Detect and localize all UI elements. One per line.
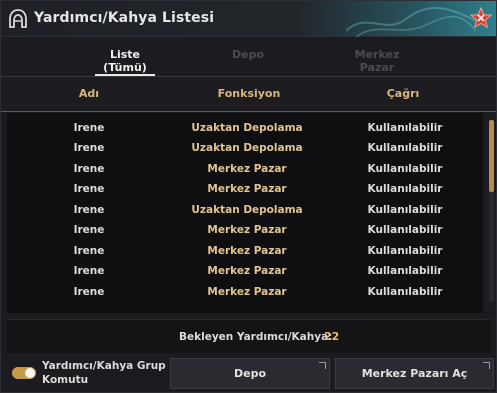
table-row[interactable]: Irene Merkez Pazar Kullanılabilir xyxy=(7,261,483,281)
helper-table: Irene Uzaktan Depolama Kullanılabilir Ir… xyxy=(7,113,483,313)
cell-function: Uzaktan Depolama xyxy=(191,204,303,216)
market-button-label: Merkez Pazarı Aç xyxy=(361,367,468,380)
tab-bar: Liste (Tümü) Depo Merkez Pazar xyxy=(1,37,496,77)
wave-decoration xyxy=(346,6,476,37)
cell-function: Merkez Pazar xyxy=(207,245,287,257)
cell-name: Irene xyxy=(73,204,105,216)
table-row[interactable]: Irene Merkez Pazar Kullanılabilir xyxy=(7,159,483,179)
expand-corner-icon xyxy=(483,362,490,369)
waiting-helpers-bar: Bekleyen Yardımcı/Kahya: 22 xyxy=(7,319,491,353)
cell-call: Kullanılabilir xyxy=(367,265,443,277)
cell-name: Irene xyxy=(73,265,105,277)
helmet-icon xyxy=(9,9,27,28)
waiting-label: Bekleyen Yardımcı/Kahya: xyxy=(179,331,333,343)
depo-button-label: Depo xyxy=(233,367,267,380)
window-title: Yardımcı/Kahya Listesi xyxy=(34,10,215,26)
cell-function: Merkez Pazar xyxy=(207,163,287,175)
cell-call: Kullanılabilir xyxy=(367,163,443,175)
table-row[interactable]: Irene Uzaktan Depolama Kullanılabilir xyxy=(7,200,483,220)
star-close-icon[interactable] xyxy=(470,7,492,29)
tab-central-market[interactable]: Merkez Pazar xyxy=(337,48,417,74)
depo-button[interactable]: Depo xyxy=(170,358,330,389)
expand-corner-icon xyxy=(319,362,326,369)
cell-call: Kullanılabilir xyxy=(367,224,443,236)
scrollbar-thumb[interactable] xyxy=(489,120,494,192)
helper-list-window: Yardımcı/Kahya Listesi Liste (Tümü) Depo… xyxy=(0,0,497,393)
cell-name: Irene xyxy=(73,183,105,195)
table-row[interactable]: Irene Merkez Pazar Kullanılabilir xyxy=(7,241,483,261)
cell-call: Kullanılabilir xyxy=(367,245,443,257)
cell-function: Merkez Pazar xyxy=(207,286,287,298)
title-bar[interactable]: Yardımcı/Kahya Listesi xyxy=(1,1,496,37)
tab-all-list[interactable]: Liste (Tümü) xyxy=(95,48,155,74)
cell-function: Merkez Pazar xyxy=(207,183,287,195)
cell-function: Merkez Pazar xyxy=(207,224,287,236)
header-name: Adı xyxy=(78,87,100,100)
table-row[interactable]: Irene Merkez Pazar Kullanılabilir xyxy=(7,220,483,240)
table-row[interactable]: Irene Merkez Pazar Kullanılabilir xyxy=(7,179,483,199)
cell-function: Merkez Pazar xyxy=(207,265,287,277)
group-command-toggle[interactable] xyxy=(12,367,36,379)
table-header: Adı Fonksiyon Çağrı xyxy=(1,78,496,112)
cell-call: Kullanılabilir xyxy=(367,142,443,154)
cell-call: Kullanılabilir xyxy=(367,183,443,195)
cell-name: Irene xyxy=(73,286,105,298)
table-row[interactable]: Irene Uzaktan Depolama Kullanılabilir xyxy=(7,118,483,138)
table-row[interactable]: Irene Merkez Pazar Kullanılabilir xyxy=(7,282,483,302)
cell-function: Uzaktan Depolama xyxy=(191,142,303,154)
waiting-count: 22 xyxy=(324,330,340,343)
cell-call: Kullanılabilir xyxy=(367,122,443,134)
open-central-market-button[interactable]: Merkez Pazarı Aç xyxy=(335,358,494,389)
cell-call: Kullanılabilir xyxy=(367,204,443,216)
cell-name: Irene xyxy=(73,224,105,236)
header-call: Çağrı xyxy=(386,87,420,100)
toggle-knob xyxy=(25,368,35,378)
cell-function: Uzaktan Depolama xyxy=(191,122,303,134)
active-tab-indicator xyxy=(95,74,155,76)
cell-name: Irene xyxy=(73,142,105,154)
group-command-label: Yardımcı/Kahya Grup Komutu xyxy=(42,360,166,386)
cell-name: Irene xyxy=(73,163,105,175)
cell-name: Irene xyxy=(73,122,105,134)
table-row[interactable]: Irene Uzaktan Depolama Kullanılabilir xyxy=(7,138,483,158)
cell-name: Irene xyxy=(73,245,105,257)
cell-call: Kullanılabilir xyxy=(367,286,443,298)
tab-depo[interactable]: Depo xyxy=(223,48,273,61)
header-function: Fonksiyon xyxy=(217,87,281,100)
